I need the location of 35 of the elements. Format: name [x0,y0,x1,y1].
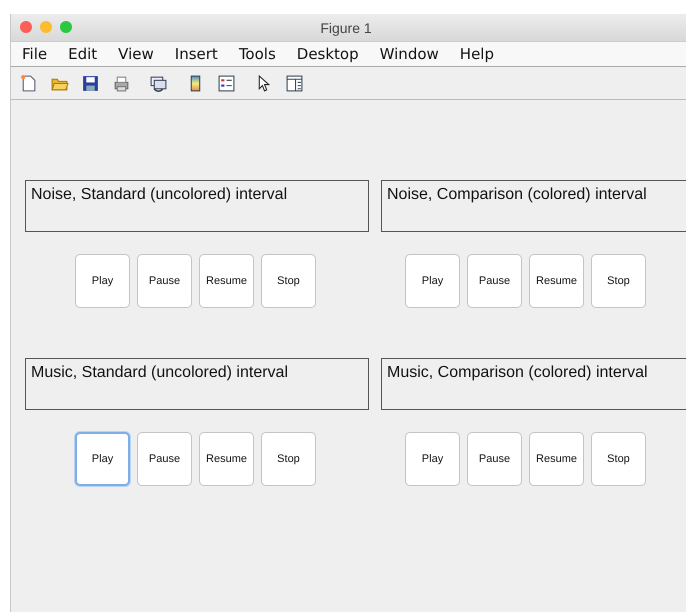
menu-item[interactable]: Window [380,45,439,63]
menu-item[interactable]: Insert [174,45,218,63]
push-button[interactable]: Play [405,254,460,308]
linked-windows-icon[interactable] [149,74,168,92]
push-button[interactable]: Pause [137,254,192,308]
menu-item[interactable]: View [118,45,154,63]
window-title: Figure 1 [320,20,372,36]
text-label: Music, Comparison (colored) interval [381,358,686,410]
legend-icon[interactable] [217,74,236,92]
text-label: Noise, Standard (uncolored) interval [25,180,369,232]
text-label: Music, Standard (uncolored) interval [25,358,369,410]
save-icon[interactable] [81,74,100,92]
menu-item[interactable]: Tools [238,45,276,63]
push-button[interactable]: Stop [261,254,316,308]
menu-item[interactable]: Desktop [296,45,359,63]
menu-item[interactable]: Help [460,45,494,63]
push-button[interactable]: Pause [137,432,192,486]
printer-icon[interactable] [112,74,131,92]
push-button[interactable]: Stop [261,432,316,486]
push-button[interactable]: Play [75,432,130,486]
menu-item[interactable]: File [22,45,48,63]
panel-icon[interactable] [285,74,304,92]
push-button[interactable]: Stop [591,254,646,308]
menu-item[interactable]: Edit [68,45,98,63]
push-button[interactable]: Resume [199,254,254,308]
push-button[interactable]: Resume [199,432,254,486]
push-button[interactable]: Play [405,432,460,486]
push-button[interactable]: Pause [467,254,522,308]
push-button[interactable]: Pause [467,432,522,486]
text-label: Noise, Comparison (colored) interval [381,180,686,232]
push-button[interactable]: Stop [591,432,646,486]
push-button[interactable]: Resume [529,254,584,308]
new-file-icon[interactable] [19,74,38,92]
push-button[interactable]: Resume [529,432,584,486]
push-button[interactable]: Play [75,254,130,308]
